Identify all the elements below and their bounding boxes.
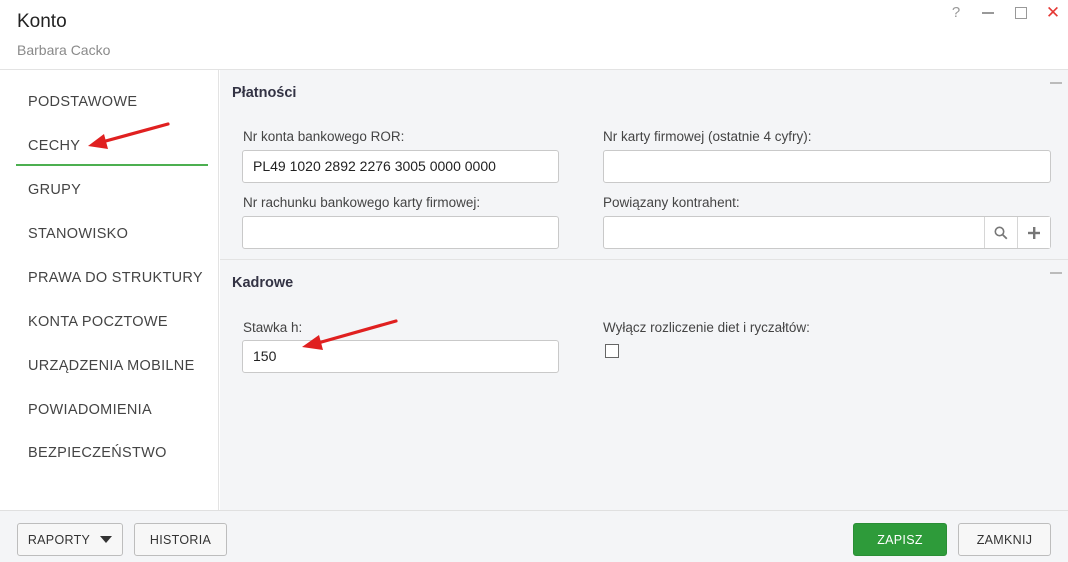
sidebar-item-prawa-do-struktury[interactable]: PRAWA DO STRUKTURY (16, 258, 208, 298)
rachunek-input[interactable] (242, 216, 559, 249)
kontrahent-input[interactable] (603, 216, 1051, 249)
rachunek-label: Nr rachunku bankowego karty firmowej: (243, 195, 481, 210)
sidebar-item-podstawowe[interactable]: PODSTAWOWE (16, 82, 208, 122)
kontrahent-label: Powiązany kontrahent: (603, 195, 740, 210)
raporty-label: RAPORTY (27, 532, 91, 547)
window-subtitle: Barbara Cacko (17, 42, 111, 58)
search-icon[interactable] (984, 217, 1017, 248)
sidebar-item-powiadomienia[interactable]: POWIADOMIENIA (16, 390, 208, 430)
sidebar-item-stanowisko[interactable]: STANOWISKO (16, 214, 208, 254)
sidebar-item-grupy[interactable]: GRUPY (16, 170, 208, 210)
ror-input[interactable]: PL49 1020 2892 2276 3005 0000 0000 (242, 150, 559, 183)
collapse-platnosci-icon[interactable] (1050, 82, 1062, 84)
wylacz-label: Wyłącz rozliczenie diet i ryczałtów: (603, 320, 810, 335)
karta-label: Nr karty firmowej (ostatnie 4 cyfry): (603, 129, 812, 144)
window-title: Konto (17, 11, 67, 32)
ror-label: Nr konta bankowego ROR: (243, 129, 405, 144)
sidebar-item-cechy[interactable]: CECHY (16, 126, 208, 166)
karta-input[interactable] (603, 150, 1051, 183)
close-icon[interactable]: ✕ (1042, 2, 1064, 24)
minimize-icon[interactable] (977, 2, 999, 24)
chevron-down-icon (100, 536, 113, 543)
zapisz-button[interactable]: ZAPISZ (853, 523, 947, 556)
section-divider (220, 259, 1068, 260)
dialog-footer: RAPORTY HISTORIA ZAPISZ ZAMKNIJ (0, 510, 1068, 562)
stawka-input[interactable]: 150 (242, 340, 559, 373)
section-title-kadrowe: Kadrowe (232, 275, 294, 291)
collapse-kadrowe-icon[interactable] (1050, 272, 1062, 274)
raporty-button[interactable]: RAPORTY (17, 523, 123, 556)
sidebar-nav: PODSTAWOWE CECHY GRUPY STANOWISKO PRAWA … (0, 70, 219, 510)
sidebar-item-konta-pocztowe[interactable]: KONTA POCZTOWE (16, 302, 208, 342)
help-icon[interactable]: ? (945, 2, 967, 24)
zamknij-button[interactable]: ZAMKNIJ (958, 523, 1051, 556)
add-icon[interactable] (1017, 217, 1050, 248)
window-header: Konto Barbara Cacko ? ✕ (0, 0, 1068, 70)
wylacz-checkbox[interactable] (605, 344, 619, 358)
historia-button[interactable]: HISTORIA (134, 523, 227, 556)
main-panel: Płatności Nr konta bankowego ROR: PL49 1… (220, 70, 1068, 510)
section-title-platnosci: Płatności (232, 85, 297, 101)
maximize-icon[interactable] (1010, 2, 1032, 24)
sidebar-item-urzadzenia-mobilne[interactable]: URZĄDZENIA MOBILNE (16, 346, 208, 386)
sidebar-item-bezpieczenstwo[interactable]: BEZPIECZEŃSTWO (16, 433, 208, 473)
stawka-label: Stawka h: (243, 320, 303, 335)
